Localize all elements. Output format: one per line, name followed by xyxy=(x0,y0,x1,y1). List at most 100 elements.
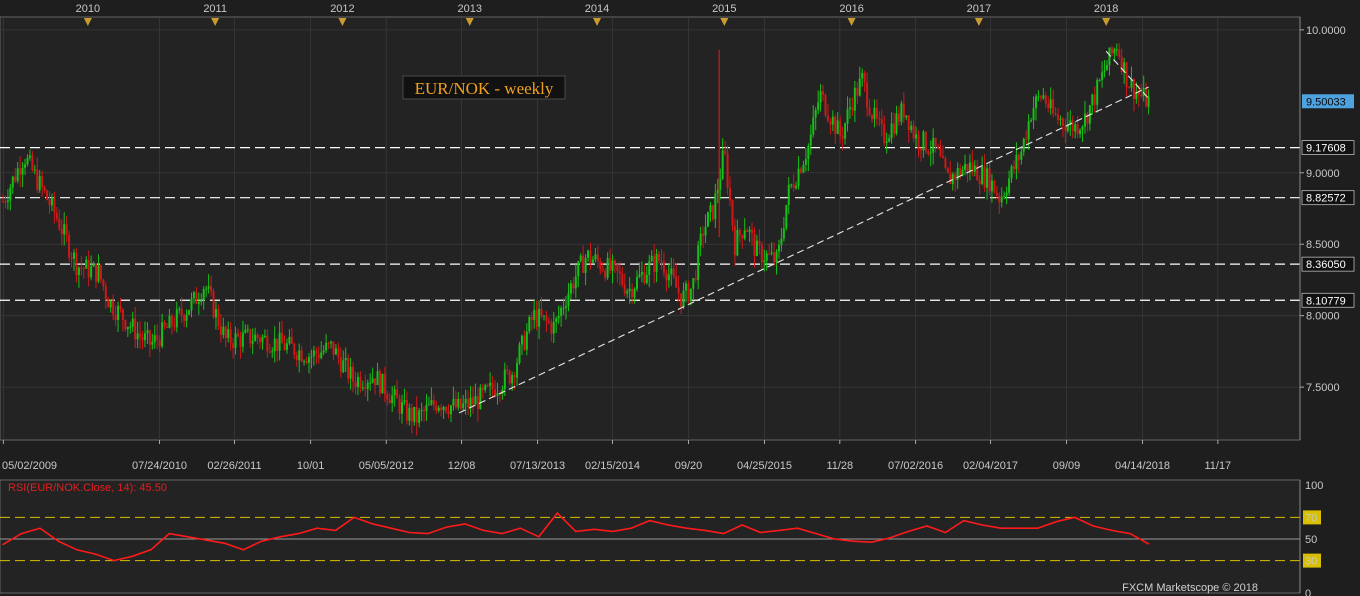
candle-body xyxy=(1020,151,1023,160)
candle-body xyxy=(1027,121,1030,140)
candle-body xyxy=(677,287,680,294)
candle-body xyxy=(68,234,71,258)
candle-body xyxy=(640,272,643,275)
candle-body xyxy=(1000,196,1003,203)
rsi-point xyxy=(150,549,152,551)
candle-body xyxy=(831,116,834,125)
candle-body xyxy=(638,274,641,278)
candle-body xyxy=(65,224,68,235)
candle-body xyxy=(1047,103,1050,109)
candle-body xyxy=(1035,96,1038,109)
rsi-point xyxy=(630,527,633,529)
rsi-point xyxy=(464,523,466,525)
candle-body xyxy=(195,292,198,304)
candle-body xyxy=(126,326,129,330)
candle-body xyxy=(170,315,173,327)
candle-body xyxy=(158,339,161,347)
candle-body xyxy=(949,172,952,185)
rsi-point xyxy=(445,526,448,528)
candle-body xyxy=(21,167,24,175)
candle-body xyxy=(653,255,656,273)
candle-body xyxy=(817,102,820,110)
candle-body xyxy=(168,315,171,328)
candle-body xyxy=(822,91,825,95)
candle-body xyxy=(425,404,428,412)
year-label: 2012 xyxy=(330,3,354,15)
candle-body xyxy=(660,260,663,262)
candle-body xyxy=(1037,96,1040,98)
rsi-point xyxy=(519,527,522,529)
candle-body xyxy=(738,229,741,236)
candle-body xyxy=(508,370,511,384)
candle-body xyxy=(893,123,896,134)
candle-body xyxy=(330,341,333,344)
candle-body xyxy=(1003,195,1006,197)
candle-body xyxy=(895,113,898,134)
candle-body xyxy=(704,226,707,236)
candle-body xyxy=(356,376,359,388)
candle-body xyxy=(325,343,328,351)
candle-body xyxy=(741,235,744,239)
candle-body xyxy=(361,387,364,389)
candle-body xyxy=(1044,95,1047,104)
candle-body xyxy=(687,283,690,302)
candle-body xyxy=(875,107,878,119)
rsi-point xyxy=(1129,532,1131,535)
rsi-point xyxy=(113,559,115,562)
date-label: 07/02/2016 xyxy=(888,460,943,472)
candle-body xyxy=(271,351,274,353)
candle-body xyxy=(268,351,271,353)
date-label: 04/14/2018 xyxy=(1115,460,1170,472)
candle-body xyxy=(503,369,506,390)
candle-body xyxy=(636,277,639,290)
candle-body xyxy=(902,103,905,118)
candle-body xyxy=(180,308,183,316)
candle-body xyxy=(986,168,989,188)
candle-body xyxy=(839,120,842,136)
candle-body xyxy=(907,115,910,131)
candle-body xyxy=(941,156,944,159)
candle-body xyxy=(557,315,560,319)
candle-body xyxy=(873,107,876,120)
rsi-point xyxy=(667,524,669,526)
candle-body xyxy=(43,187,46,191)
candle-body xyxy=(990,180,993,192)
candle-body xyxy=(1010,166,1013,179)
candle-body xyxy=(153,335,156,343)
candle-body xyxy=(797,168,800,186)
candle-body xyxy=(457,398,460,408)
candle-body xyxy=(53,197,56,213)
candle-body xyxy=(234,333,237,348)
year-label: 2016 xyxy=(839,3,863,15)
date-label: 11/17 xyxy=(1204,460,1231,472)
candle-body xyxy=(633,289,636,298)
candle-body xyxy=(134,318,137,340)
candle-body xyxy=(929,152,932,154)
rsi-point xyxy=(593,528,596,531)
candle-body xyxy=(293,343,296,355)
candle-body xyxy=(848,107,851,109)
candle-body xyxy=(645,274,648,283)
candle-body xyxy=(814,109,817,118)
candle-body xyxy=(782,228,785,239)
candle-body xyxy=(711,205,714,220)
candle-body xyxy=(222,326,225,335)
candle-body xyxy=(853,87,856,111)
candle-body xyxy=(760,244,763,263)
candle-body xyxy=(90,266,93,278)
candle-body xyxy=(579,255,582,262)
candle-body xyxy=(1032,108,1035,121)
candle-body xyxy=(714,193,717,220)
candle-body xyxy=(587,250,590,258)
rsi-point xyxy=(205,539,208,541)
candle-body xyxy=(819,91,822,103)
candle-body xyxy=(675,276,678,288)
candle-body xyxy=(1057,114,1060,120)
candle-body xyxy=(856,87,859,96)
candle-body xyxy=(1101,72,1104,80)
candle-body xyxy=(1008,178,1011,193)
candle-body xyxy=(655,253,658,273)
rsi-point xyxy=(796,527,799,529)
candle-body xyxy=(41,176,44,188)
candle-body xyxy=(743,230,746,239)
